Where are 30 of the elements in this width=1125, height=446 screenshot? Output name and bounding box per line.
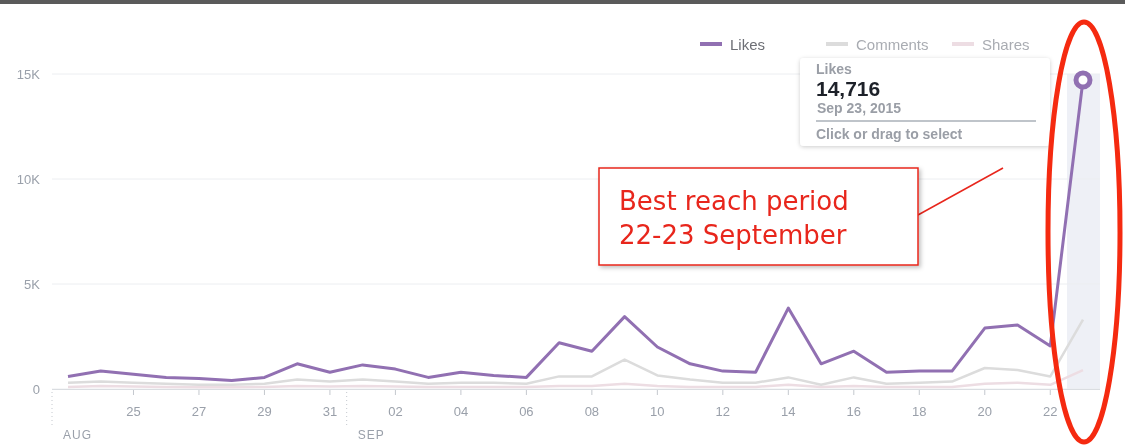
y-axis-label: 0 <box>32 382 40 397</box>
tooltip-hint: Click or drag to select <box>816 126 963 142</box>
y-axis-label: 15K <box>16 67 40 82</box>
legend-label[interactable]: Shares <box>982 36 1030 53</box>
x-axis-label: 14 <box>781 404 796 419</box>
month-label: SEP <box>357 428 385 442</box>
x-axis-label: 18 <box>912 404 927 419</box>
x-axis-label: 25 <box>126 404 141 419</box>
y-axis-label: 5K <box>24 277 40 292</box>
legend-label[interactable]: Comments <box>856 36 929 53</box>
x-axis-label: 16 <box>846 404 862 419</box>
x-axis-label: 29 <box>257 404 272 419</box>
callout-text: Best reach period 22-23 September <box>619 186 849 250</box>
x-axis-label: 06 <box>519 404 534 419</box>
month-label: AUG <box>63 428 92 442</box>
legend-label[interactable]: Likes <box>730 36 766 53</box>
x-axis-label: 04 <box>453 404 469 419</box>
x-axis-label: 02 <box>388 404 403 419</box>
x-axis-label: 10 <box>650 404 665 419</box>
x-axis-label: 08 <box>584 404 600 419</box>
x-axis-label: 27 <box>191 404 207 419</box>
x-axis-label: 12 <box>715 404 731 419</box>
x-axis-label: 20 <box>977 404 992 419</box>
tooltip-series: Likes <box>816 61 852 77</box>
x-axis-label: 31 <box>322 404 338 419</box>
selected-point[interactable] <box>1073 70 1093 90</box>
tooltip-value: 14,716 <box>816 77 881 100</box>
x-axis-label: 22 <box>1043 404 1058 419</box>
tooltip-date: Sep 23, 2015 <box>817 100 902 116</box>
y-axis-label: 10K <box>16 172 40 187</box>
